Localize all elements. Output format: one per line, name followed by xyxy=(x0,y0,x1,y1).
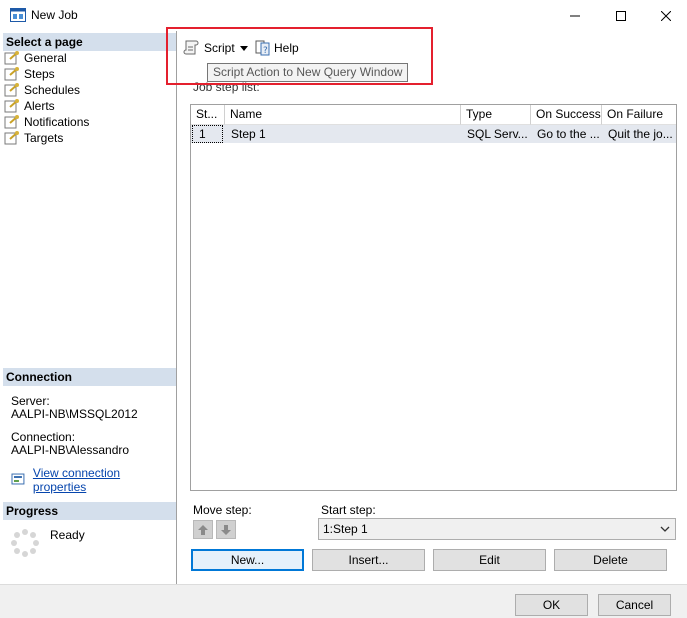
move-step-label: Move step: xyxy=(193,503,252,517)
left-pane: Select a page General Steps Schedules Al… xyxy=(0,31,177,584)
sidebar-item-notifications[interactable]: Notifications xyxy=(4,114,89,130)
cell-name: Step 1 xyxy=(231,127,266,141)
sidebar-item-schedules[interactable]: Schedules xyxy=(4,82,80,98)
progress-spinner-icon xyxy=(11,529,39,557)
select-page-header: Select a page xyxy=(3,33,176,51)
connection-value: AALPI-NB\Alessandro xyxy=(11,443,130,457)
chevron-down-icon xyxy=(660,526,670,532)
cell-on-success: Go to the ... xyxy=(537,127,600,141)
connection-label: Connection: xyxy=(11,430,76,444)
cell-step: 1 xyxy=(192,125,223,143)
start-step-value: 1:Step 1 xyxy=(323,522,368,536)
table-row[interactable]: 1 Step 1 SQL Serv... Go to the ... Quit … xyxy=(191,125,676,143)
connection-header: Connection xyxy=(3,368,176,386)
cell-on-failure: Quit the jo... xyxy=(608,127,673,141)
page-wrench-icon xyxy=(4,99,19,113)
view-connection-properties-label: View connection properties xyxy=(32,466,121,494)
sidebar-item-label: Steps xyxy=(24,67,55,81)
sidebar-item-targets[interactable]: Targets xyxy=(4,130,63,146)
sidebar-item-label: General xyxy=(24,51,67,65)
column-header-name[interactable]: Name xyxy=(225,105,461,125)
move-up-button[interactable] xyxy=(193,520,213,539)
sidebar-item-label: Schedules xyxy=(24,83,81,97)
page-wrench-icon xyxy=(4,131,19,145)
close-icon xyxy=(661,10,671,21)
window-title: New Job xyxy=(31,8,78,22)
arrow-down-icon xyxy=(221,524,231,535)
app-icon xyxy=(10,8,26,22)
sidebar-item-general[interactable]: General xyxy=(4,50,67,66)
insert-step-button[interactable]: Insert... xyxy=(312,549,425,571)
edit-step-button[interactable]: Edit xyxy=(433,549,546,571)
sidebar-item-label: Alerts xyxy=(24,99,55,113)
job-step-grid[interactable]: St... Name Type On Success On Failure 1 … xyxy=(190,104,677,491)
cancel-button[interactable]: Cancel xyxy=(598,594,671,616)
view-connection-properties-link[interactable]: View connection properties xyxy=(11,466,176,494)
column-header-on-failure[interactable]: On Failure xyxy=(602,105,676,125)
page-wrench-icon xyxy=(4,67,19,81)
page-wrench-icon xyxy=(4,83,19,97)
server-label: Server: xyxy=(11,394,50,408)
minimize-icon xyxy=(570,15,580,16)
delete-step-button[interactable]: Delete xyxy=(554,549,667,571)
page-wrench-icon xyxy=(4,51,19,65)
arrow-up-icon xyxy=(198,524,208,535)
sidebar-item-label: Targets xyxy=(24,131,64,145)
page-wrench-icon xyxy=(4,115,19,129)
annotation-highlight-box xyxy=(166,27,433,85)
progress-header: Progress xyxy=(3,502,176,520)
maximize-button[interactable] xyxy=(598,0,644,31)
start-step-select[interactable]: 1:Step 1 xyxy=(318,518,676,540)
ok-button[interactable]: OK xyxy=(515,594,588,616)
cell-type: SQL Serv... xyxy=(467,127,528,141)
server-value: AALPI-NB\MSSQL2012 xyxy=(11,407,138,421)
new-step-button[interactable]: New... xyxy=(191,549,304,571)
start-step-label: Start step: xyxy=(321,503,376,517)
column-header-type[interactable]: Type xyxy=(461,105,531,125)
move-down-button[interactable] xyxy=(216,520,236,539)
maximize-icon xyxy=(616,10,626,21)
sidebar-item-steps[interactable]: Steps xyxy=(4,66,55,82)
progress-status: Ready xyxy=(50,528,85,542)
close-button[interactable] xyxy=(643,0,687,31)
properties-icon xyxy=(11,473,25,485)
sidebar-item-label: Notifications xyxy=(24,115,90,129)
sidebar-item-alerts[interactable]: Alerts xyxy=(4,98,55,114)
minimize-button[interactable] xyxy=(552,0,598,31)
column-header-on-success[interactable]: On Success xyxy=(531,105,602,125)
column-header-step[interactable]: St... xyxy=(191,105,225,125)
